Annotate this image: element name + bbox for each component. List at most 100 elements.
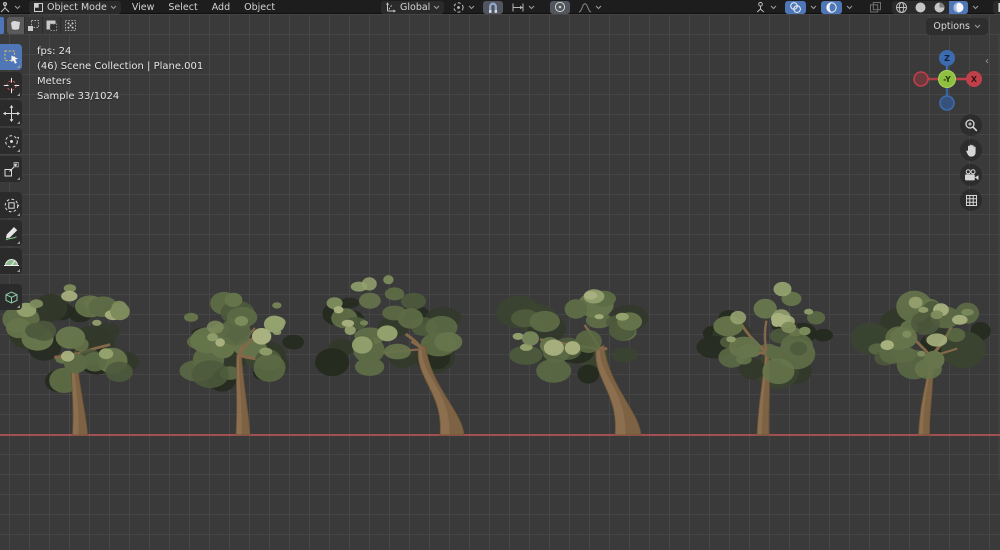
- editor-type-button[interactable]: [0, 1, 25, 14]
- nav-pan-hand-button[interactable]: [960, 139, 982, 161]
- tool-transform-button[interactable]: [0, 192, 22, 218]
- sample-readout: Sample 33/1024: [37, 89, 203, 104]
- header-right: [750, 0, 1000, 14]
- svg-text:-Y: -Y: [943, 75, 951, 84]
- olive-tree-1[interactable]: [0, 283, 163, 437]
- tool-scale-button[interactable]: [0, 156, 22, 182]
- active-tool-indicator: [0, 17, 4, 34]
- viewport-3d[interactable]: Options fps: 24 (46) Scene Collection | …: [0, 14, 1000, 550]
- show-gizmo-dropdown[interactable]: [750, 1, 781, 14]
- chevron-down-icon: [433, 5, 440, 10]
- tool-move-button[interactable]: [0, 100, 22, 126]
- chevron-down-icon[interactable]: [810, 5, 817, 10]
- render-region-icon[interactable]: [869, 1, 882, 14]
- menu-add[interactable]: Add: [205, 1, 237, 14]
- olive-tree-5[interactable]: [692, 279, 846, 437]
- units-readout: Meters: [37, 74, 203, 89]
- blender-window: Options fps: 24 (46) Scene Collection | …: [0, 0, 1000, 550]
- chevron-down-icon: [110, 5, 117, 10]
- snap-magnet-icon: [487, 1, 499, 14]
- mode-label: Object Mode: [47, 2, 107, 13]
- tool-select-box-button[interactable]: [0, 44, 22, 70]
- chevron-down-icon: [770, 5, 777, 10]
- tool-group-indicator: [17, 305, 20, 308]
- snap-toggle[interactable]: [483, 1, 503, 14]
- show-overlays-toggle[interactable]: [785, 1, 806, 14]
- select-mode-subtract-button[interactable]: [43, 17, 61, 34]
- shading-solid-button[interactable]: [911, 1, 930, 14]
- object-mode-icon: [33, 2, 44, 13]
- viewport-header: Object Mode ViewSelectAddObject Global: [0, 0, 1000, 14]
- tool-settings-bar: [0, 16, 79, 34]
- tool-rotate-button[interactable]: [0, 128, 22, 154]
- falloff-dropdown[interactable]: [574, 1, 606, 14]
- options-dropdown[interactable]: Options: [926, 18, 988, 35]
- viewport-nav-buttons: [960, 114, 982, 211]
- menu-view[interactable]: View: [125, 1, 162, 14]
- shading-material-preview-button[interactable]: [930, 1, 949, 14]
- tool-group-indicator: [17, 93, 20, 96]
- tool-group-indicator: [17, 269, 20, 272]
- pivot-point-dropdown[interactable]: [448, 1, 479, 14]
- orientation-dropdown[interactable]: Global: [381, 1, 444, 14]
- chevron-down-icon[interactable]: [846, 5, 853, 10]
- orientation-label: Global: [400, 2, 430, 13]
- transform-orientation-icon: [385, 1, 397, 13]
- toolbar: [0, 44, 23, 310]
- select-mode-set-button[interactable]: [7, 17, 25, 34]
- sidebar-collapse-icon[interactable]: ‹: [985, 56, 989, 67]
- olive-tree-3[interactable]: [291, 273, 488, 437]
- nav-zoom-button[interactable]: [960, 114, 982, 136]
- toolbar-separator: [0, 184, 23, 190]
- chevron-down-icon: [468, 5, 475, 10]
- snap-target-icon: [511, 2, 525, 13]
- tool-measure-button[interactable]: [0, 248, 22, 274]
- show-overlays-icon: [789, 1, 802, 14]
- tool-group-indicator: [17, 177, 20, 180]
- olive-tree-4[interactable]: [471, 273, 666, 437]
- nav-orthographic-grid-button[interactable]: [960, 189, 982, 211]
- shading-rendered-button[interactable]: [949, 1, 968, 14]
- menu-object[interactable]: Object: [237, 1, 282, 14]
- menu-bar: ViewSelectAddObject: [125, 1, 282, 14]
- svg-text:X: X: [971, 75, 978, 84]
- chevron-down-icon: [595, 5, 602, 10]
- navigation-gizmo[interactable]: Z X -Y: [909, 41, 985, 121]
- shading-wireframe-button[interactable]: [892, 1, 911, 14]
- tool-group-indicator: [17, 65, 20, 68]
- header-center: Global: [381, 0, 606, 14]
- falloff-curve-icon: [578, 2, 592, 13]
- snap-target-dropdown[interactable]: [507, 1, 539, 14]
- fps-readout: fps: 24: [37, 44, 203, 59]
- mode-dropdown[interactable]: Object Mode: [29, 1, 121, 14]
- nav-camera-view-button[interactable]: [960, 164, 982, 186]
- toolbar-separator: [0, 276, 23, 282]
- select-mode-invert-button[interactable]: [61, 17, 79, 34]
- shading-mode-group: [892, 1, 968, 14]
- viewport-stats: fps: 24 (46) Scene Collection | Plane.00…: [37, 44, 203, 104]
- olive-tree-6[interactable]: [847, 285, 1000, 437]
- select-mode-group: [7, 17, 79, 34]
- show-gizmo-icon: [754, 1, 767, 14]
- chevron-down-icon[interactable]: [972, 5, 979, 10]
- tool-group-indicator: [17, 121, 20, 124]
- select-mode-extend-button[interactable]: [25, 17, 43, 34]
- chevron-down-icon: [14, 5, 21, 10]
- toggle-xray[interactable]: [821, 1, 842, 14]
- proportional-editing-toggle[interactable]: [550, 1, 570, 14]
- menu-select[interactable]: Select: [161, 1, 204, 14]
- pivot-point-icon: [452, 1, 465, 14]
- proportional-editing-icon: [554, 1, 566, 13]
- tool-add-cube-button[interactable]: [0, 284, 22, 310]
- tool-group-indicator: [17, 241, 20, 244]
- tool-annotate-button[interactable]: [0, 220, 22, 246]
- options-label: Options: [933, 21, 970, 32]
- tool-cursor-button[interactable]: [0, 72, 22, 98]
- chevron-down-icon: [528, 5, 535, 10]
- tool-group-indicator: [17, 213, 20, 216]
- render-pause-button[interactable]: [993, 1, 1000, 14]
- svg-text:Z: Z: [944, 54, 950, 63]
- collection-readout: (46) Scene Collection | Plane.001: [37, 59, 203, 74]
- chevron-down-icon: [974, 24, 981, 29]
- editor-type-icon: [0, 2, 11, 13]
